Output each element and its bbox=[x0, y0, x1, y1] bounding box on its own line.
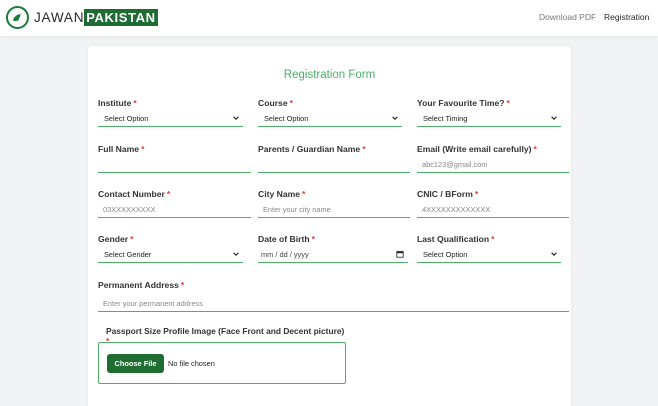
dob-placeholder: mm / dd / yyyy bbox=[261, 249, 309, 259]
file-upload-box: Choose File No file chosen bbox=[98, 342, 346, 384]
institute-select[interactable]: Select Option bbox=[98, 110, 243, 127]
address-input[interactable]: Enter your permanent address bbox=[98, 295, 569, 312]
required-mark: * bbox=[130, 234, 134, 244]
form-title: Registration Form bbox=[283, 69, 376, 81]
full-name-label: Full Name * bbox=[98, 144, 144, 154]
navbar: JAWAN PAKISTAN Download PDF Registration bbox=[0, 0, 658, 36]
contact-label-text: Contact Number bbox=[98, 189, 165, 199]
institute-select-value: Select Option bbox=[104, 113, 149, 123]
nav-registration[interactable]: Registration bbox=[604, 12, 649, 22]
gender-label-text: Gender bbox=[98, 234, 129, 244]
required-mark: * bbox=[180, 280, 185, 290]
cnic-input[interactable]: 4XXXXXXXXXXXXX bbox=[417, 201, 569, 218]
file-status: No file chosen bbox=[168, 359, 215, 368]
institute-label-text: Institute bbox=[98, 98, 132, 108]
course-label-text: Course bbox=[258, 98, 288, 108]
contact-label: Contact Number * bbox=[98, 189, 170, 199]
gender-select[interactable]: Select Gender bbox=[98, 246, 243, 263]
contact-input[interactable]: 03XXXXXXXXX bbox=[98, 201, 251, 218]
bird-icon bbox=[6, 6, 29, 29]
required-mark: * bbox=[474, 189, 479, 199]
required-mark: * bbox=[302, 189, 306, 199]
required-mark: * bbox=[533, 144, 537, 154]
chevron-down-icon bbox=[392, 116, 398, 120]
required-mark: * bbox=[166, 189, 171, 199]
email-label: Email (Write email carefully) * bbox=[417, 144, 537, 154]
required-mark: * bbox=[133, 98, 137, 108]
required-mark: * bbox=[506, 98, 510, 108]
qualification-select-value: Select Option bbox=[423, 249, 468, 259]
upload-label-text: Passport Size Profile Image (Face Front … bbox=[106, 326, 345, 336]
timing-select[interactable]: Select Timing bbox=[417, 110, 561, 127]
gender-label: Gender * bbox=[98, 234, 133, 244]
full-name-input[interactable] bbox=[98, 156, 251, 173]
dob-input[interactable]: mm / dd / yyyy bbox=[258, 246, 408, 263]
brand-name-part2: PAKISTAN bbox=[84, 9, 158, 26]
address-label-text: Permanent Address bbox=[98, 280, 179, 290]
calendar-icon[interactable] bbox=[396, 250, 404, 258]
qualification-label-text: Last Qualification bbox=[417, 234, 490, 244]
timing-label: Your Favourite Time? * bbox=[417, 98, 510, 108]
guardian-label: Parents / Guardian Name * bbox=[258, 144, 366, 154]
choose-file-button[interactable]: Choose File bbox=[107, 354, 164, 373]
dob-label-text: Date of Birth bbox=[258, 234, 310, 244]
email-input[interactable]: abc123@gmail.com bbox=[417, 156, 569, 173]
guardian-label-text: Parents / Guardian Name bbox=[258, 144, 361, 154]
timing-select-value: Select Timing bbox=[423, 113, 468, 123]
dob-label: Date of Birth * bbox=[258, 234, 315, 244]
required-mark: * bbox=[141, 144, 145, 154]
city-label: City Name * bbox=[258, 189, 305, 199]
address-label: Permanent Address * bbox=[98, 280, 184, 290]
chevron-down-icon bbox=[551, 116, 557, 120]
required-mark: * bbox=[311, 234, 315, 244]
chevron-down-icon bbox=[233, 252, 239, 256]
required-mark: * bbox=[362, 144, 366, 154]
nav-download-pdf[interactable]: Download PDF bbox=[539, 12, 596, 22]
gender-select-value: Select Gender bbox=[104, 249, 152, 259]
full-name-label-text: Full Name bbox=[98, 144, 140, 154]
city-input[interactable]: Enter your city name bbox=[258, 201, 410, 218]
timing-label-text: Your Favourite Time? bbox=[417, 98, 505, 108]
brand-name-part1: JAWAN bbox=[34, 10, 85, 25]
cnic-label: CNIC / BForm * bbox=[417, 189, 478, 199]
chevron-down-icon bbox=[551, 252, 557, 256]
cnic-label-text: CNIC / BForm bbox=[417, 189, 473, 199]
city-label-text: City Name bbox=[258, 189, 301, 199]
guardian-input[interactable] bbox=[258, 156, 410, 173]
course-select[interactable]: Select Option bbox=[258, 110, 402, 127]
chevron-down-icon bbox=[233, 116, 239, 120]
qualification-select[interactable]: Select Option bbox=[417, 246, 561, 263]
qualification-label: Last Qualification * bbox=[417, 234, 494, 244]
course-label: Course * bbox=[258, 98, 293, 108]
institute-label: Institute * bbox=[98, 98, 137, 108]
logo[interactable]: JAWAN PAKISTAN bbox=[6, 6, 158, 29]
email-label-text: Email (Write email carefully) bbox=[417, 144, 532, 154]
required-mark: * bbox=[289, 98, 293, 108]
required-mark: * bbox=[491, 234, 495, 244]
registration-card: Registration Form Institute * Select Opti… bbox=[88, 46, 571, 406]
course-select-value: Select Option bbox=[264, 113, 309, 123]
